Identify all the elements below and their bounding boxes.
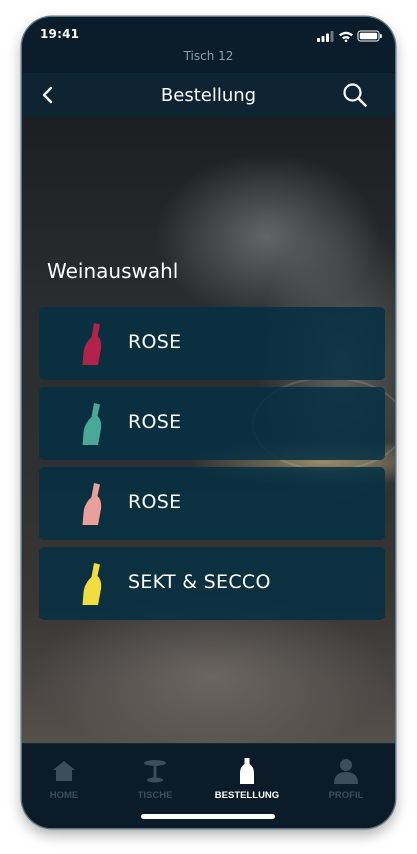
tab-bar: HOME TISCHE BESTELLUNG PROFIL [22,743,395,828]
category-label: SEKT & SECCO [128,571,271,593]
table-label: Tisch 12 [22,47,395,73]
wine-bottle-icon [82,323,102,365]
table-icon [144,760,166,783]
profile-icon [334,759,358,784]
section-title: Weinauswahl [47,259,179,283]
tab-bestellung[interactable]: BESTELLUNG [207,758,287,801]
wine-bottle-icon [82,483,102,525]
tab-profil[interactable]: PROFIL [306,758,386,801]
status-icons [317,27,383,43]
tab-label: TISCHE [137,790,173,801]
search-icon [343,83,367,107]
tab-label: BESTELLUNG [214,790,280,801]
signal-wifi-battery-icon [317,30,382,43]
tab-label: HOME [49,790,79,801]
category-label: ROSE [128,411,182,433]
category-item-sekt-secco[interactable]: SEKT & SECCO [39,547,385,620]
tab-home[interactable]: HOME [24,758,104,801]
category-item-rose-2[interactable]: ROSE [39,387,385,460]
tab-label: PROFIL [328,790,364,801]
wine-bottle-icon [82,403,102,445]
status-time: 19:41 [40,27,80,41]
champagne-bottle-icon [82,563,102,605]
nav-bar: Bestellung [22,73,395,117]
category-label: ROSE [128,331,182,353]
phone-frame: 19:41 Tisch 12 Bestellung Weinauswahl RO… [22,17,395,828]
content-area: Weinauswahl ROSE ROSE ROSE SEKT & SECCO [22,117,395,743]
home-icon [53,761,75,781]
category-label: ROSE [128,491,182,513]
category-item-rose-1[interactable]: ROSE [39,307,385,380]
page-title: Bestellung [160,85,257,106]
tab-tische[interactable]: TISCHE [115,758,195,801]
status-bar: 19:41 [22,17,395,47]
category-item-rose-3[interactable]: ROSE [39,467,385,540]
category-list: ROSE ROSE ROSE SEKT & SECCO [39,307,385,627]
search-button[interactable] [341,81,369,109]
home-indicator [141,814,275,819]
bottle-icon [240,758,254,784]
